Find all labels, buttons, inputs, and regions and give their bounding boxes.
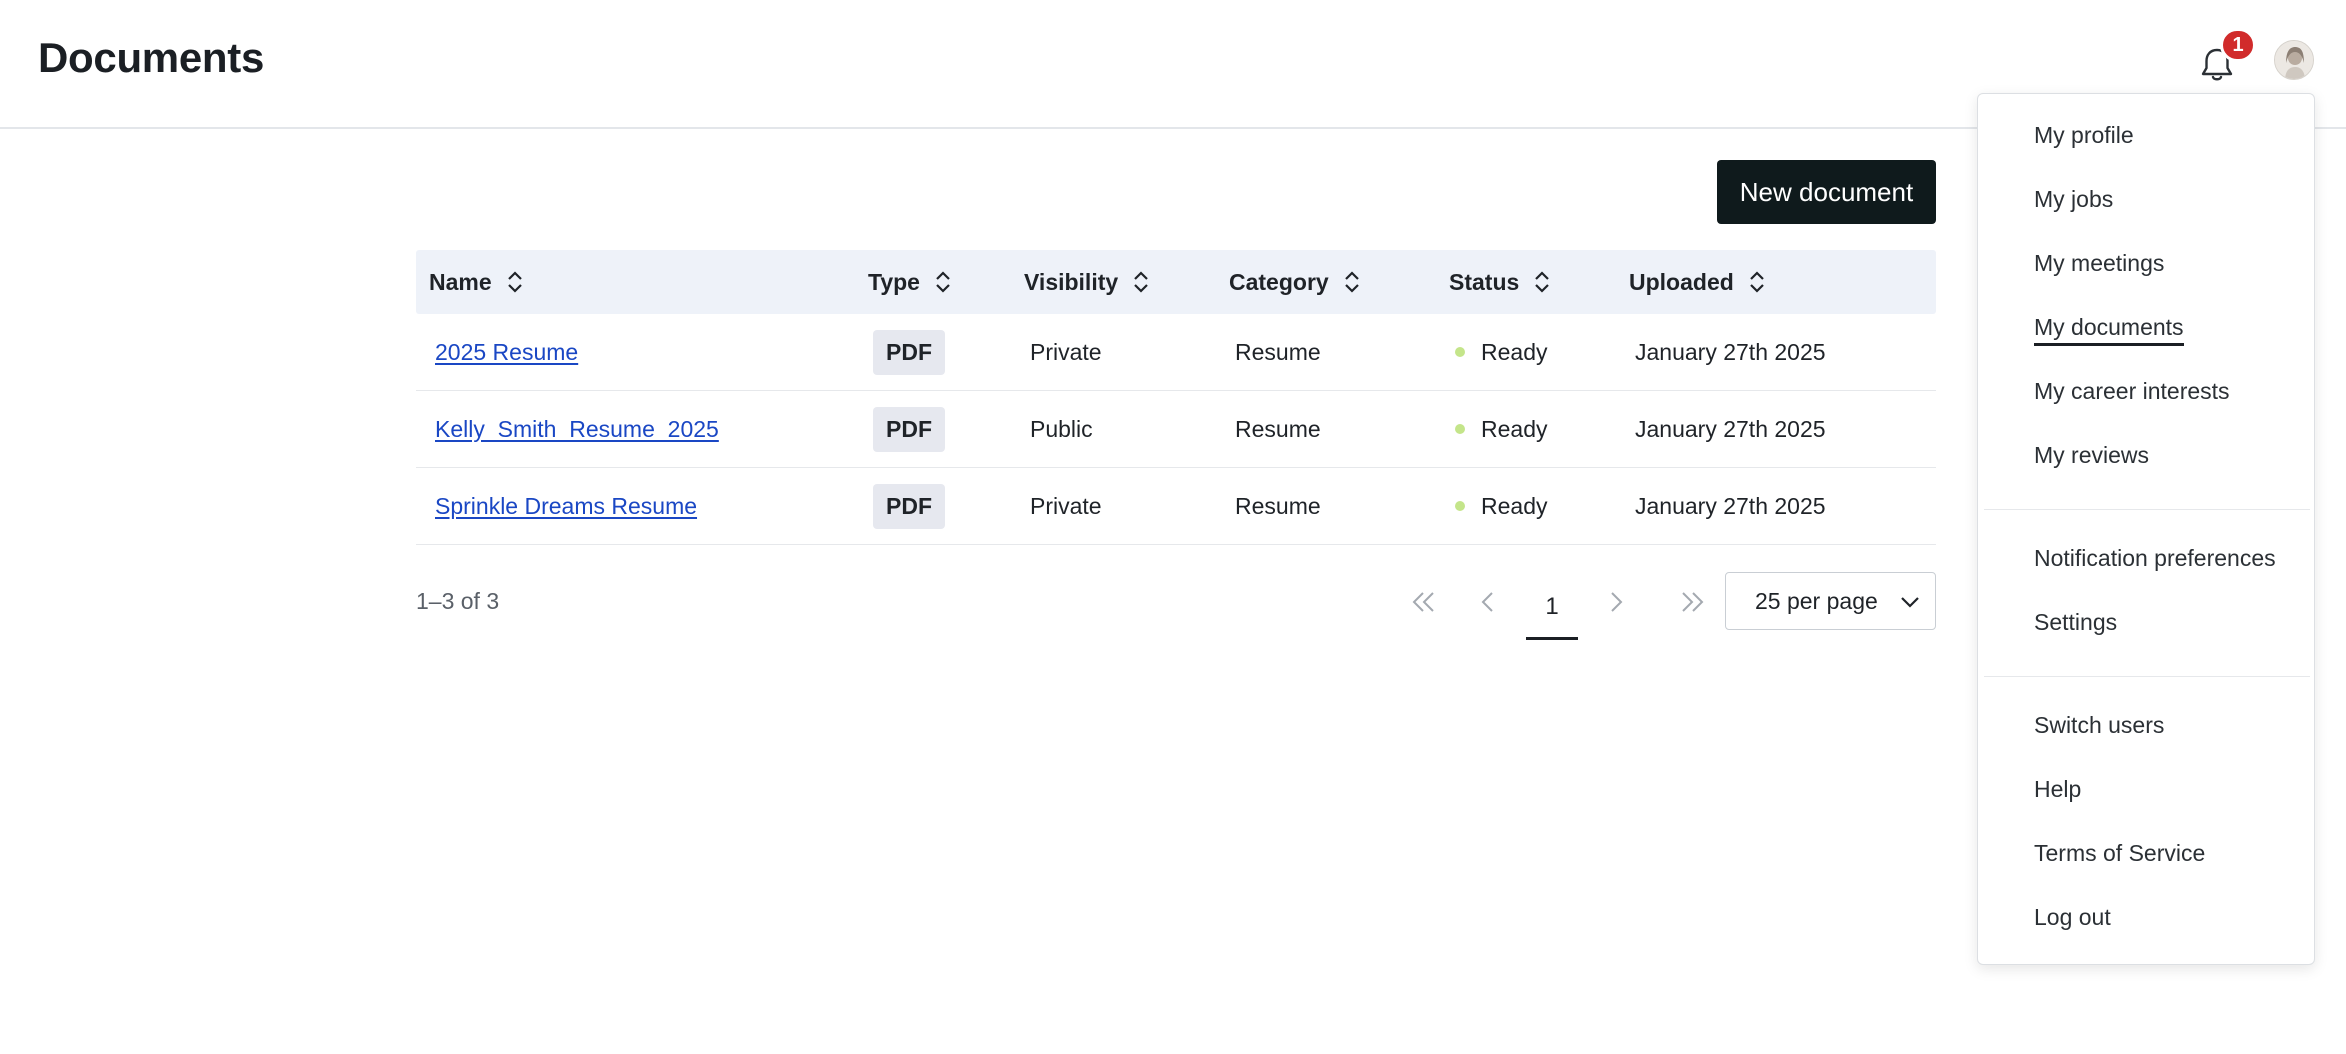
document-name-link[interactable]: Sprinkle Dreams Resume: [435, 493, 697, 520]
new-document-button[interactable]: New document: [1717, 160, 1936, 224]
status-value: Ready: [1481, 415, 1548, 442]
menu-item-my-documents[interactable]: My documents: [2034, 312, 2184, 346]
column-header-status[interactable]: Status: [1449, 250, 1551, 314]
column-header-label: Visibility: [1024, 268, 1119, 295]
type-badge: PDF: [873, 406, 945, 452]
sort-icon: [1535, 271, 1550, 293]
visibility-value: Private: [1030, 338, 1102, 365]
first-page-icon[interactable]: [1404, 582, 1444, 622]
document-name-link[interactable]: 2025 Resume: [435, 339, 578, 366]
status-cell: Ready: [1455, 314, 1547, 390]
column-header-label: Type: [868, 268, 920, 295]
category-value: Resume: [1235, 338, 1321, 365]
menu-item-terms-of-service[interactable]: Terms of Service: [2034, 838, 2205, 868]
menu-item-settings[interactable]: Settings: [2034, 607, 2117, 637]
visibility-value: Private: [1030, 492, 1102, 519]
documents-table: Name Type Visibility Category Status Upl…: [416, 250, 1936, 545]
table-row: Kelly_Smith_Resume_2025 PDF Public Resum…: [416, 391, 1936, 468]
menu-item-log-out[interactable]: Log out: [2034, 902, 2111, 932]
uploaded-value: January 27th 2025: [1635, 338, 1826, 365]
menu-item-help[interactable]: Help: [2034, 774, 2081, 804]
status-cell: Ready: [1455, 468, 1547, 544]
menu-divider: [1984, 676, 2310, 677]
category-value: Resume: [1235, 415, 1321, 442]
last-page-icon[interactable]: [1672, 582, 1712, 622]
column-header-label: Uploaded: [1629, 268, 1734, 295]
user-avatar[interactable]: [2274, 40, 2314, 80]
column-header-label: Category: [1229, 268, 1329, 295]
category-value: Resume: [1235, 492, 1321, 519]
uploaded-value: January 27th 2025: [1635, 415, 1826, 442]
user-menu-dropdown: My profile My jobs My meetings My docume…: [1977, 93, 2315, 965]
table-header-row: Name Type Visibility Category Status Upl…: [416, 250, 1936, 314]
type-badge: PDF: [873, 329, 945, 375]
status-value: Ready: [1481, 338, 1548, 365]
menu-divider: [1984, 509, 2310, 510]
sort-icon: [936, 271, 950, 293]
status-dot-icon: [1455, 424, 1465, 434]
menu-item-my-reviews[interactable]: My reviews: [2034, 440, 2149, 470]
sort-icon: [1750, 271, 1764, 293]
uploaded-value: January 27th 2025: [1635, 492, 1826, 519]
document-name-link[interactable]: Kelly_Smith_Resume_2025: [435, 416, 719, 443]
per-page-select[interactable]: 25 per page: [1725, 572, 1936, 630]
status-cell: Ready: [1455, 391, 1547, 467]
menu-item-my-profile[interactable]: My profile: [2034, 120, 2134, 150]
menu-item-my-meetings[interactable]: My meetings: [2034, 248, 2164, 278]
sort-icon: [1344, 271, 1359, 293]
column-header-visibility[interactable]: Visibility: [1024, 250, 1150, 314]
menu-item-my-career-interests[interactable]: My career interests: [2034, 376, 2230, 406]
visibility-value: Public: [1030, 415, 1093, 442]
sort-icon: [507, 271, 522, 293]
table-row: Sprinkle Dreams Resume PDF Private Resum…: [416, 468, 1936, 545]
menu-item-notification-preferences[interactable]: Notification preferences: [2034, 543, 2276, 573]
table-row: 2025 Resume PDF Private Resume Ready Jan…: [416, 314, 1936, 391]
status-dot-icon: [1455, 347, 1465, 357]
notification-count-badge: 1: [2220, 28, 2256, 62]
column-header-name[interactable]: Name: [429, 250, 524, 314]
next-page-icon[interactable]: [1596, 582, 1636, 622]
page-title: Documents: [38, 34, 265, 81]
type-badge: PDF: [873, 483, 945, 529]
menu-item-my-jobs[interactable]: My jobs: [2034, 184, 2113, 214]
status-dot-icon: [1455, 501, 1465, 511]
status-value: Ready: [1481, 492, 1548, 519]
previous-page-icon[interactable]: [1468, 582, 1508, 622]
current-page-button[interactable]: 1: [1526, 576, 1578, 640]
column-header-uploaded[interactable]: Uploaded: [1629, 250, 1766, 314]
chevron-down-icon: [1901, 597, 1919, 608]
pagination-range: 1–3 of 3: [416, 588, 500, 614]
column-header-type[interactable]: Type: [868, 250, 952, 314]
column-header-label: Name: [429, 268, 492, 295]
column-header-category[interactable]: Category: [1229, 250, 1361, 314]
column-header-label: Status: [1449, 268, 1520, 295]
menu-item-switch-users[interactable]: Switch users: [2034, 710, 2164, 740]
sort-icon: [1134, 271, 1148, 293]
per-page-value: 25 per page: [1755, 587, 1878, 614]
